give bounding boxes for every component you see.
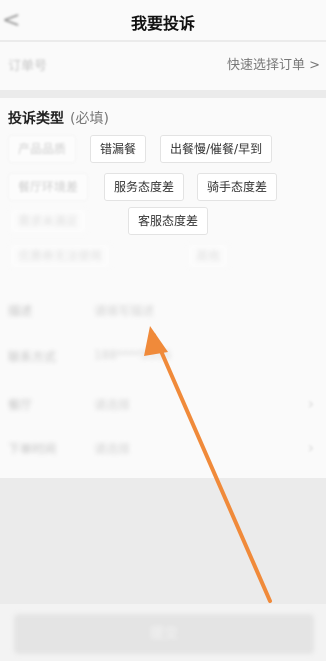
order-time-value[interactable]: 请选择 bbox=[94, 440, 130, 457]
header: < 我要投诉 bbox=[0, 0, 326, 40]
complaint-type-label: 投诉类型 bbox=[8, 111, 64, 127]
order-row[interactable]: 订单号 快速选择订单 > bbox=[0, 42, 326, 90]
tag-bad-support[interactable]: 客服态度差 bbox=[128, 207, 209, 235]
chevron-right-icon: › bbox=[307, 394, 314, 413]
quick-select-order-link[interactable]: 快速选择订单 > bbox=[227, 54, 320, 73]
description-input[interactable]: 请填写描述 bbox=[94, 302, 154, 319]
chevron-right-icon: › bbox=[307, 438, 314, 457]
complaint-type-title: 投诉类型 (必填) bbox=[8, 108, 109, 128]
tag-coupon-unusable[interactable]: 优惠券无法使用 bbox=[8, 242, 113, 270]
restaurant-row[interactable]: 餐厅 请选择 › bbox=[0, 384, 326, 424]
contact-value[interactable]: 188****5555 bbox=[94, 348, 171, 362]
complaint-section: 投诉类型 (必填) 产品品质 错漏餐 出餐慢/催餐/早到 餐厅环境差 服务态度差 … bbox=[0, 98, 326, 478]
tag-bad-rider[interactable]: 骑手态度差 bbox=[197, 173, 278, 201]
tag-demand-unmet[interactable]: 需求未满足 bbox=[8, 207, 89, 235]
tag-bad-service[interactable]: 服务态度差 bbox=[104, 173, 185, 201]
tag-slow-serving[interactable]: 出餐慢/催餐/早到 bbox=[160, 135, 273, 163]
restaurant-value[interactable]: 请选择 bbox=[94, 396, 130, 413]
order-label: 订单号 bbox=[8, 59, 48, 74]
bottom-bar: 提交 bbox=[0, 604, 326, 661]
page-title: 我要投诉 bbox=[130, 14, 195, 33]
contact-label: 联系方式 bbox=[8, 350, 57, 364]
required-hint: (必填) bbox=[70, 111, 109, 127]
tag-bad-environment[interactable]: 餐厅环境差 bbox=[8, 173, 89, 201]
description-row[interactable]: 描述 请填写描述 bbox=[0, 290, 326, 330]
submit-button[interactable]: 提交 bbox=[14, 614, 314, 654]
contact-row[interactable]: 联系方式 188****5555 bbox=[0, 336, 326, 376]
restaurant-label: 餐厅 bbox=[8, 398, 33, 412]
tag-other[interactable]: 其他 bbox=[186, 242, 231, 270]
order-time-label: 下单时间 bbox=[8, 442, 57, 456]
description-label: 描述 bbox=[8, 304, 33, 318]
tag-missing-wrong[interactable]: 错漏餐 bbox=[90, 135, 147, 163]
order-time-row[interactable]: 下单时间 请选择 › bbox=[0, 428, 326, 468]
tag-product-quality[interactable]: 产品品质 bbox=[8, 135, 77, 163]
